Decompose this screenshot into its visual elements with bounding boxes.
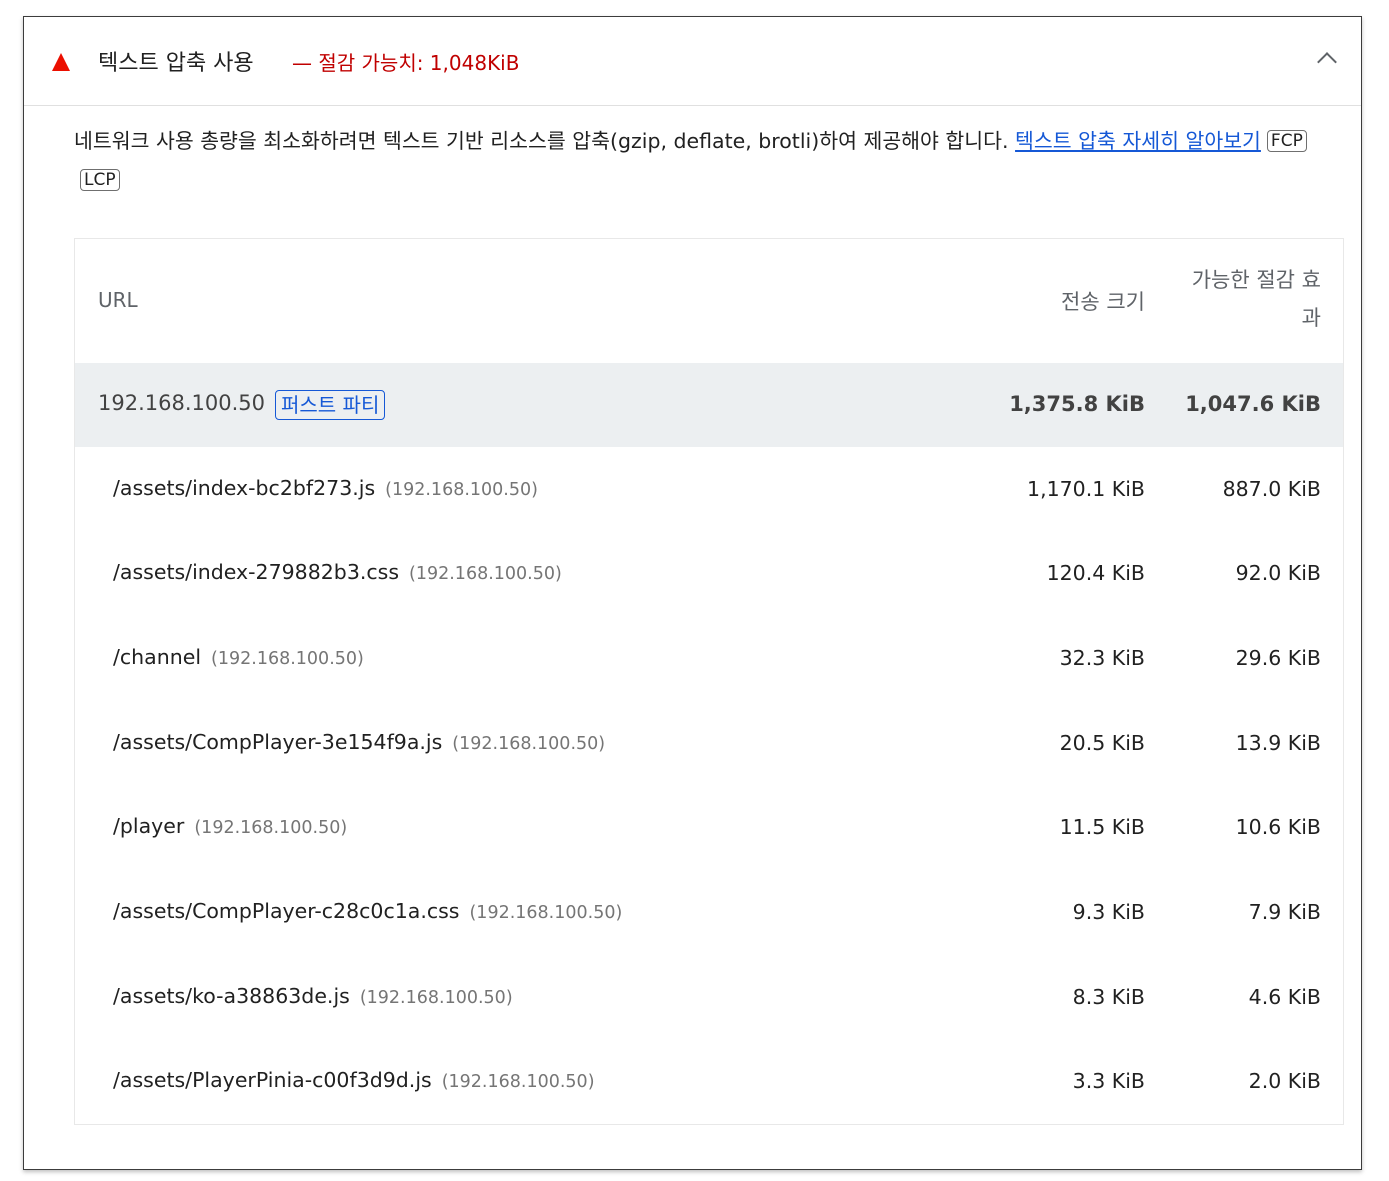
row-url[interactable]: /assets/index-bc2bf273.js (192.168.100.50…	[113, 476, 538, 500]
table-row: /assets/index-bc2bf273.js (192.168.100.50…	[75, 447, 1343, 532]
row-url[interactable]: /assets/CompPlayer-c28c0c1a.css (192.168.…	[113, 899, 622, 923]
row-potential-savings: 887.0 KiB	[1222, 477, 1321, 501]
row-url-host: (192.168.100.50)	[441, 1072, 595, 1092]
row-url-host: (192.168.100.50)	[469, 903, 623, 923]
details-table: URL 전송 크기 가능한 절감 효과 192.168.100.50 퍼스트 파…	[74, 238, 1344, 1125]
row-potential-savings: 92.0 KiB	[1235, 561, 1321, 585]
table-row: /assets/CompPlayer-c28c0c1a.css (192.168.…	[75, 870, 1343, 955]
row-potential-savings: 13.9 KiB	[1235, 731, 1321, 755]
warning-triangle-icon	[52, 53, 70, 71]
row-potential-savings: 7.9 KiB	[1248, 900, 1321, 924]
metric-badge-lcp: LCP	[80, 169, 120, 191]
row-url-path: /assets/index-bc2bf273.js	[113, 476, 376, 500]
audit-panel: 텍스트 압축 사용 — 절감 가능치: 1,048KiB 네트워크 사용 총량을…	[23, 16, 1362, 1170]
row-transfer-size: 8.3 KiB	[1072, 985, 1145, 1009]
table-row: /assets/ko-a38863de.js (192.168.100.50) 8…	[75, 955, 1343, 1040]
row-potential-savings: 10.6 KiB	[1235, 815, 1321, 839]
row-url-host: (192.168.100.50)	[211, 649, 364, 669]
audit-title: 텍스트 압축 사용	[98, 51, 254, 76]
table-row: /assets/index-279882b3.css (192.168.100.5…	[75, 531, 1343, 616]
row-url[interactable]: /assets/CompPlayer-3e154f9a.js (192.168.1…	[113, 730, 605, 754]
description-text: 네트워크 사용 총량을 최소화하려면 텍스트 기반 리소스를 압축(gzip, …	[74, 129, 1016, 153]
column-header-url: URL	[98, 288, 138, 312]
metric-badge-fcp: FCP	[1266, 130, 1307, 152]
row-url-path: /channel	[113, 645, 202, 669]
row-url-host: (192.168.100.50)	[359, 988, 513, 1008]
row-url[interactable]: /assets/ko-a38863de.js (192.168.100.50)	[113, 984, 513, 1008]
table-row: /channel (192.168.100.50) 32.3 KiB 29.6 K…	[75, 616, 1343, 701]
row-potential-savings: 29.6 KiB	[1235, 646, 1321, 670]
row-url-host: (192.168.100.50)	[409, 564, 562, 584]
row-url[interactable]: /assets/PlayerPinia-c00f3d9d.js (192.168.…	[113, 1068, 595, 1092]
column-header-transfer-size: 전송 크기	[1061, 290, 1145, 314]
group-transfer-size: 1,375.8 KiB	[1009, 392, 1145, 416]
row-url-path: /player	[113, 814, 185, 838]
audit-savings: — 절감 가능치: 1,048KiB	[292, 51, 520, 75]
row-url[interactable]: /channel (192.168.100.50)	[113, 645, 364, 669]
row-transfer-size: 9.3 KiB	[1072, 900, 1145, 924]
table-row: /assets/CompPlayer-3e154f9a.js (192.168.1…	[75, 701, 1343, 786]
row-transfer-size: 11.5 KiB	[1059, 815, 1145, 839]
row-potential-savings: 4.6 KiB	[1248, 985, 1321, 1009]
row-potential-savings: 2.0 KiB	[1248, 1069, 1321, 1093]
row-transfer-size: 1,170.1 KiB	[1027, 477, 1145, 501]
group-potential-savings: 1,047.6 KiB	[1185, 392, 1321, 416]
table-group-row: 192.168.100.50 퍼스트 파티 1,375.8 KiB 1,047.…	[75, 363, 1343, 447]
row-url-path: /assets/index-279882b3.css	[113, 560, 400, 584]
first-party-badge: 퍼스트 파티	[275, 390, 386, 420]
group-host: 192.168.100.50	[98, 391, 265, 415]
audit-description: 네트워크 사용 총량을 최소화하려면 텍스트 기반 리소스를 압축(gzip, …	[74, 122, 1344, 200]
row-transfer-size: 32.3 KiB	[1059, 646, 1145, 670]
row-url-path: /assets/ko-a38863de.js	[113, 984, 350, 1008]
row-url-path: /assets/CompPlayer-3e154f9a.js	[113, 730, 443, 754]
row-url-host: (192.168.100.50)	[385, 480, 538, 500]
row-url-path: /assets/PlayerPinia-c00f3d9d.js	[113, 1068, 432, 1092]
row-url[interactable]: /assets/index-279882b3.css (192.168.100.5…	[113, 560, 562, 584]
table-header: URL 전송 크기 가능한 절감 효과	[75, 239, 1343, 363]
table-row: /assets/PlayerPinia-c00f3d9d.js (192.168.…	[75, 1039, 1343, 1124]
row-url-host: (192.168.100.50)	[194, 818, 348, 838]
row-transfer-size: 3.3 KiB	[1072, 1069, 1145, 1093]
audit-header[interactable]: 텍스트 압축 사용 — 절감 가능치: 1,048KiB	[24, 17, 1361, 106]
row-transfer-size: 20.5 KiB	[1059, 731, 1145, 755]
row-url[interactable]: /player (192.168.100.50)	[113, 814, 347, 838]
table-row: /player (192.168.100.50) 11.5 KiB 10.6 Ki…	[75, 785, 1343, 870]
column-header-potential-savings: 가능한 절감 효과	[1191, 268, 1321, 330]
row-transfer-size: 120.4 KiB	[1046, 561, 1145, 585]
row-url-path: /assets/CompPlayer-c28c0c1a.css	[113, 899, 460, 923]
chevron-up-icon[interactable]	[1317, 52, 1337, 72]
learn-more-link[interactable]: 텍스트 압축 자세히 알아보기	[1015, 129, 1261, 153]
row-url-host: (192.168.100.50)	[452, 734, 606, 754]
